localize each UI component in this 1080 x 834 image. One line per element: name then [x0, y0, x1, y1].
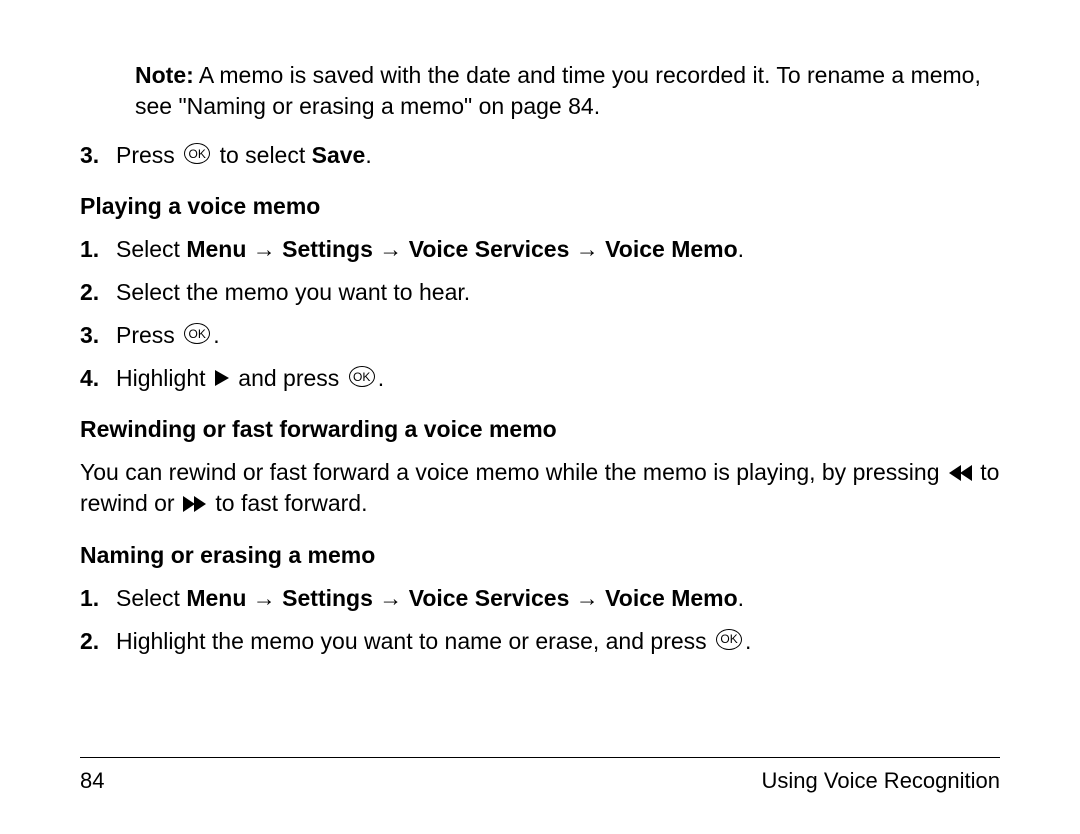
ok-icon: OK — [716, 629, 742, 650]
heading-naming-erasing: Naming or erasing a memo — [80, 540, 1000, 571]
step-number: 2. — [80, 626, 116, 657]
footer-title: Using Voice Recognition — [762, 766, 1000, 796]
note-text: A memo is saved with the date and time y… — [135, 62, 981, 119]
play-step-1: 1. Select Menu → Settings → Voice Servic… — [80, 234, 1000, 265]
play-step-2: 2. Select the memo you want to hear. — [80, 277, 1000, 308]
name-step-2: 2. Highlight the memo you want to name o… — [80, 626, 1000, 657]
step-number: 1. — [80, 234, 116, 265]
ok-icon: OK — [349, 366, 375, 387]
note-paragraph: Note: A memo is saved with the date and … — [135, 60, 1000, 122]
rewind-icon — [949, 465, 971, 481]
heading-playing-voice-memo: Playing a voice memo — [80, 191, 1000, 222]
fast-forward-icon — [184, 496, 206, 512]
note-label: Note: — [135, 62, 194, 88]
rewind-ff-paragraph: You can rewind or fast forward a voice m… — [80, 457, 1000, 519]
step-number: 1. — [80, 583, 116, 614]
ok-icon: OK — [184, 143, 210, 164]
play-step-4: 4. Highlight and press OK . — [80, 363, 1000, 394]
heading-rewind-ff: Rewinding or fast forwarding a voice mem… — [80, 414, 1000, 445]
page-number: 84 — [80, 766, 104, 796]
save-step-3: 3. Press OK to select Save . — [80, 140, 1000, 171]
name-step-1: 1. Select Menu → Settings → Voice Servic… — [80, 583, 1000, 614]
ok-icon: OK — [184, 323, 210, 344]
step-number: 3. — [80, 320, 116, 351]
step-number: 2. — [80, 277, 116, 308]
step-number: 4. — [80, 363, 116, 394]
step-number: 3. — [80, 140, 116, 171]
page-footer: 84 Using Voice Recognition — [80, 757, 1000, 796]
play-icon — [215, 370, 229, 386]
play-step-3: 3. Press OK . — [80, 320, 1000, 351]
